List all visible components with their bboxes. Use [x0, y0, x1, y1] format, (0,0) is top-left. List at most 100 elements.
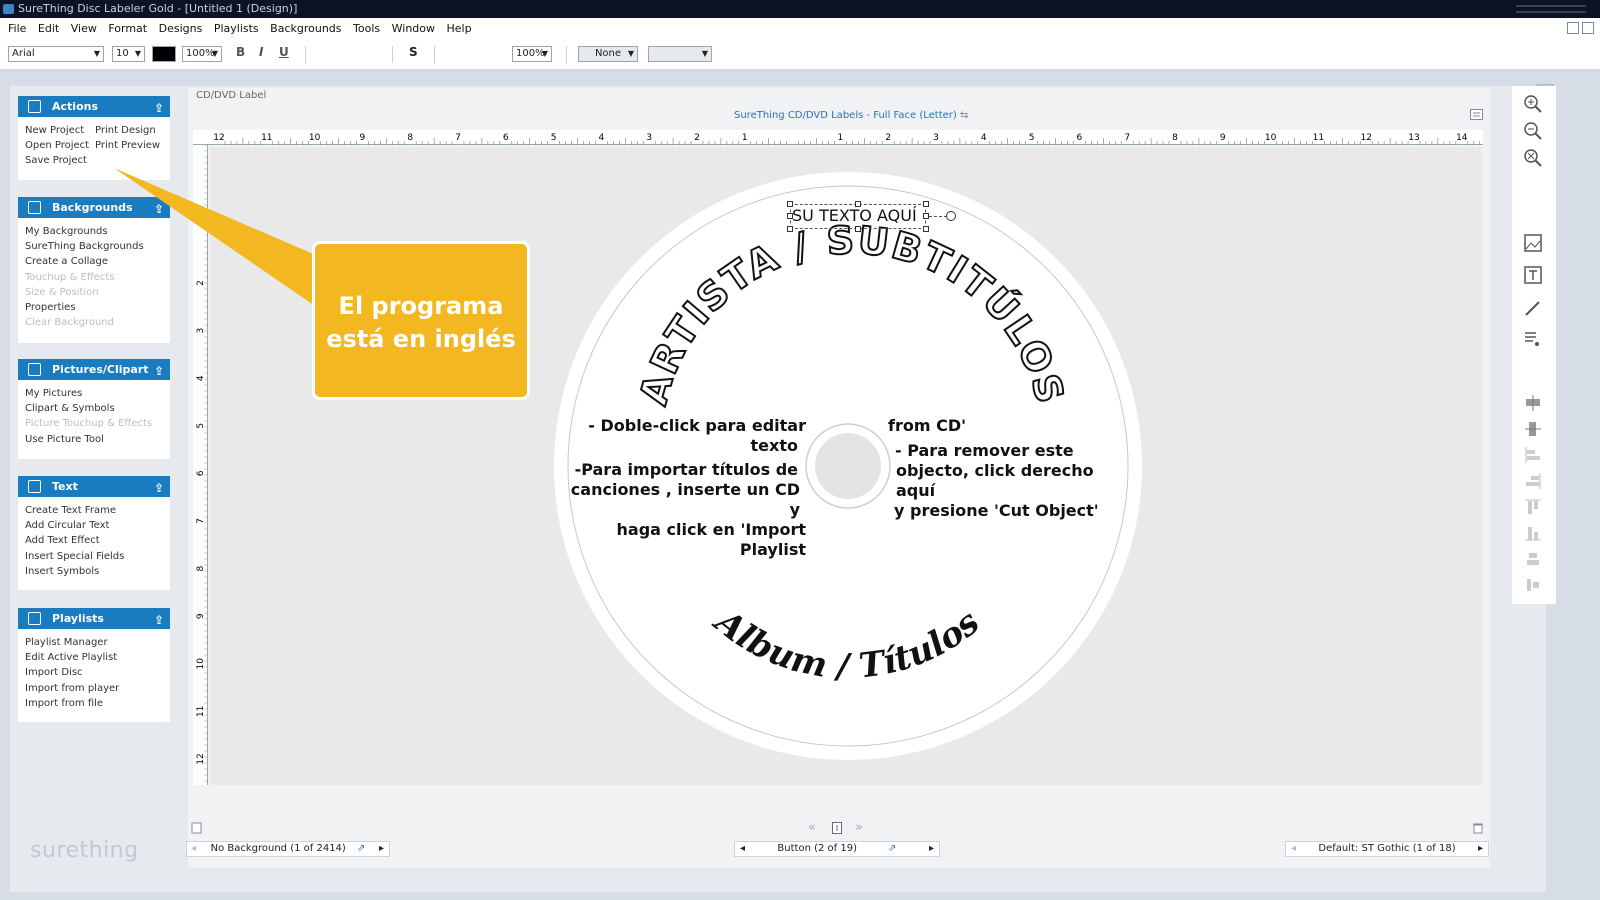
text-tool-icon[interactable] — [1524, 266, 1542, 284]
pictures-header[interactable]: Pictures/Clipart ⇪ — [18, 359, 170, 380]
trash-icon[interactable] — [1472, 822, 1484, 834]
import-from-player-link[interactable]: Import from player — [25, 681, 170, 696]
menu-window[interactable]: Window — [392, 18, 435, 40]
close-icon[interactable] — [1582, 22, 1594, 34]
playlist-manager-link[interactable]: Playlist Manager — [25, 635, 170, 650]
my-pictures-link[interactable]: My Pictures — [25, 386, 170, 401]
add-text-effect-link[interactable]: Add Text Effect — [25, 533, 170, 548]
save-project-link[interactable]: Save Project — [25, 153, 95, 168]
rotate-handle[interactable] — [946, 211, 956, 221]
resize-handle[interactable] — [787, 201, 793, 207]
next-background-icon[interactable]: ▸ — [379, 842, 384, 856]
align-bottom-icon[interactable] — [1524, 524, 1542, 542]
line-style-select[interactable]: None ▼ — [578, 46, 638, 62]
menu-tools[interactable]: Tools — [353, 18, 380, 40]
side-indicator-icon[interactable] — [832, 822, 842, 834]
text-color-swatch[interactable] — [152, 46, 176, 62]
menu-help[interactable]: Help — [447, 18, 472, 40]
layout-title-link[interactable]: SureThing CD/DVD Labels - Full Face (Let… — [734, 110, 968, 121]
align-top-icon[interactable] — [1524, 498, 1542, 516]
menu-playlists[interactable]: Playlists — [214, 18, 259, 40]
edit-button-icon[interactable]: ⇗ — [888, 843, 896, 854]
bold-button[interactable]: B — [236, 45, 245, 59]
actions-header[interactable]: Actions ⇪ — [18, 96, 170, 117]
open-project-link[interactable]: Open Project — [25, 138, 95, 153]
edit-active-playlist-link[interactable]: Edit Active Playlist — [25, 650, 170, 665]
insert-special-fields-link[interactable]: Insert Special Fields — [25, 549, 170, 564]
next-style-icon[interactable]: ▸ — [1478, 842, 1483, 856]
import-disc-link[interactable]: Import Disc — [25, 665, 170, 680]
italic-button[interactable]: I — [259, 45, 263, 59]
button-selector[interactable]: ◂ Button (2 of 19) ⇗ ▸ — [734, 841, 940, 857]
font-size-select[interactable]: 10 ▼ — [112, 46, 145, 62]
prev-side-icon[interactable]: « — [808, 820, 816, 835]
pen-tool-icon[interactable] — [1524, 299, 1542, 317]
collapse-icon[interactable]: ⇪ — [154, 478, 164, 499]
menu-format[interactable]: Format — [108, 18, 147, 40]
resize-handle[interactable] — [855, 201, 861, 207]
align-right-icon[interactable] — [1524, 472, 1542, 490]
zoom-fit-icon[interactable] — [1524, 149, 1542, 167]
clipart-symbols-link[interactable]: Clipart & Symbols — [25, 401, 170, 416]
resize-handle[interactable] — [855, 226, 861, 232]
insert-symbols-link[interactable]: Insert Symbols — [25, 564, 170, 579]
menu-designs[interactable]: Designs — [159, 18, 203, 40]
distribute-v-icon[interactable] — [1524, 550, 1542, 568]
resize-handle[interactable] — [787, 226, 793, 232]
document-tab[interactable]: CD/DVD Label — [196, 90, 266, 101]
ruler-label: 4 — [599, 133, 605, 143]
align-center-v-icon[interactable] — [1524, 420, 1542, 438]
ruler-label: 2 — [694, 133, 700, 143]
create-text-frame-link[interactable]: Create Text Frame — [25, 503, 170, 518]
new-project-link[interactable]: New Project — [25, 123, 95, 138]
underline-button[interactable]: U — [279, 45, 289, 59]
align-center-h-icon[interactable] — [1524, 394, 1542, 412]
use-picture-tool-link[interactable]: Use Picture Tool — [25, 432, 170, 447]
align-left-icon[interactable] — [1524, 446, 1542, 464]
collapse-icon[interactable]: ⇪ — [154, 361, 164, 382]
resize-handle[interactable] — [923, 201, 929, 207]
picture-icon — [28, 363, 41, 376]
menu-file[interactable]: File — [8, 18, 26, 40]
font-style-selector[interactable]: ◂ Default: ST Gothic (1 of 18) ▸ — [1285, 841, 1489, 857]
ruler-label: 11 — [1313, 133, 1324, 143]
prev-button-icon[interactable]: ◂ — [740, 842, 745, 856]
next-button-icon[interactable]: ▸ — [929, 842, 934, 856]
text-panel: Text ⇪ Create Text Frame Add Circular Tex… — [18, 476, 170, 590]
zoom-out-icon[interactable] — [1524, 122, 1542, 140]
page-icon[interactable] — [191, 822, 203, 834]
playlist-tool-icon[interactable] — [1524, 330, 1542, 348]
menu-backgrounds[interactable]: Backgrounds — [270, 18, 341, 40]
text-header[interactable]: Text ⇪ — [18, 476, 170, 497]
left-text-block[interactable]: - Doble-click para editar texto -Para im… — [570, 416, 806, 560]
line-width-select[interactable]: ▼ — [648, 46, 712, 62]
import-from-file-link[interactable]: Import from file — [25, 696, 170, 711]
collapse-icon[interactable]: ⇪ — [154, 610, 164, 631]
fill-opacity-select[interactable]: 100% ▼ — [512, 46, 552, 62]
resize-handle[interactable] — [787, 213, 793, 219]
print-preview-link[interactable]: Print Preview — [95, 138, 160, 153]
picture-tool-icon[interactable] — [1524, 234, 1542, 252]
background-selector[interactable]: ◂ No Background (1 of 2414) ⇗ ▸ — [186, 841, 390, 857]
collapse-icon[interactable]: ⇪ — [154, 98, 164, 119]
right-text-block[interactable]: from CD' - Para remover este objecto, cl… — [888, 416, 1128, 521]
playlists-header[interactable]: Playlists ⇪ — [18, 608, 170, 629]
menu-bar: File Edit View Format Designs Playlists … — [0, 18, 1600, 40]
add-circular-text-link[interactable]: Add Circular Text — [25, 518, 170, 533]
restore-icon[interactable] — [1567, 22, 1579, 34]
zoom-in-icon[interactable] — [1524, 95, 1542, 113]
print-design-link[interactable]: Print Design — [95, 123, 160, 138]
panel-menu-icon[interactable] — [1470, 109, 1484, 121]
shadow-button[interactable]: S — [409, 45, 418, 59]
resize-handle[interactable] — [923, 226, 929, 232]
window-controls[interactable] — [1516, 5, 1586, 13]
top-text[interactable]: SU TEXTO AQUÍ — [792, 206, 917, 225]
next-side-icon[interactable]: » — [855, 820, 863, 835]
menu-edit[interactable]: Edit — [38, 18, 59, 40]
menu-view[interactable]: View — [71, 18, 97, 40]
edit-background-icon[interactable]: ⇗ — [357, 843, 365, 854]
font-select[interactable]: Arial ▼ — [8, 46, 104, 62]
distribute-h-icon[interactable] — [1524, 576, 1542, 594]
ruler-label: 6 — [196, 470, 206, 476]
opacity-select[interactable]: 100% ▼ — [182, 46, 222, 62]
